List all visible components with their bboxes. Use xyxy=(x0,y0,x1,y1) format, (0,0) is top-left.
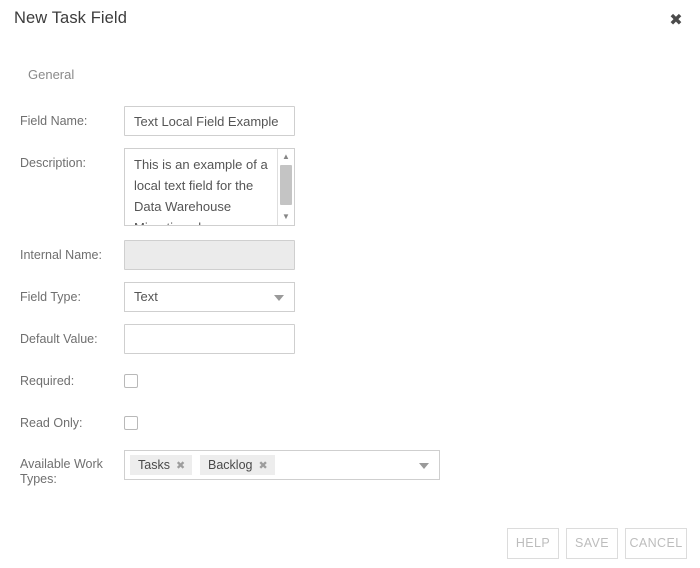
chevron-down-icon[interactable]: ▼ xyxy=(278,210,294,224)
description-label: Description: xyxy=(20,156,86,170)
field-name-label: Field Name: xyxy=(20,114,88,128)
available-work-types-select[interactable]: Tasks ✖ Backlog ✖ xyxy=(124,450,440,480)
description-textarea[interactable]: This is an example of a local text field… xyxy=(124,148,295,226)
scrollbar-thumb[interactable] xyxy=(280,165,292,205)
required-checkbox[interactable] xyxy=(124,374,138,388)
page-title: New Task Field xyxy=(14,9,127,27)
default-value-input[interactable] xyxy=(124,324,295,354)
close-icon[interactable]: ✖ xyxy=(665,10,687,32)
field-type-control: Text xyxy=(124,282,295,312)
work-type-tag[interactable]: Backlog ✖ xyxy=(200,455,275,475)
work-type-tag-label: Backlog xyxy=(208,458,253,472)
close-icon[interactable]: ✖ xyxy=(176,456,185,476)
internal-name-label: Internal Name: xyxy=(20,248,102,262)
chevron-down-icon[interactable] xyxy=(419,463,429,469)
field-name-input[interactable] xyxy=(124,106,295,136)
field-type-select[interactable]: Text xyxy=(124,282,295,312)
available-work-types-label: Available Work Types: xyxy=(20,457,103,486)
read-only-control xyxy=(124,416,138,430)
close-icon[interactable]: ✖ xyxy=(258,456,267,476)
dialog-footer: HELP SAVE CANCEL xyxy=(0,528,700,568)
available-work-types-control: Tasks ✖ Backlog ✖ xyxy=(124,450,440,480)
description-scrollbar[interactable]: ▲ ▼ xyxy=(277,149,294,225)
field-type-label: Field Type: xyxy=(20,290,81,304)
description-text: This is an example of a local text field… xyxy=(134,157,268,225)
internal-name-input xyxy=(124,240,295,270)
help-button[interactable]: HELP xyxy=(507,528,559,559)
chevron-up-icon[interactable]: ▲ xyxy=(278,150,294,164)
read-only-checkbox[interactable] xyxy=(124,416,138,430)
section-title-general: General xyxy=(28,67,75,82)
work-type-tag[interactable]: Tasks ✖ xyxy=(130,455,193,476)
required-control xyxy=(124,374,138,388)
default-value-control xyxy=(124,324,295,354)
chevron-down-icon[interactable] xyxy=(274,295,284,301)
required-label: Required: xyxy=(20,374,75,388)
internal-name-control xyxy=(124,240,295,270)
field-type-value: Text xyxy=(134,289,158,304)
default-value-label: Default Value: xyxy=(20,332,98,346)
save-button[interactable]: SAVE xyxy=(566,528,618,559)
field-name-control xyxy=(124,106,295,136)
cancel-button[interactable]: CANCEL xyxy=(625,528,687,559)
description-control: This is an example of a local text field… xyxy=(124,148,295,226)
work-type-tag-label: Tasks xyxy=(138,458,170,472)
dialog-header: New Task Field ✖ xyxy=(0,0,700,44)
read-only-label: Read Only: xyxy=(20,416,83,430)
